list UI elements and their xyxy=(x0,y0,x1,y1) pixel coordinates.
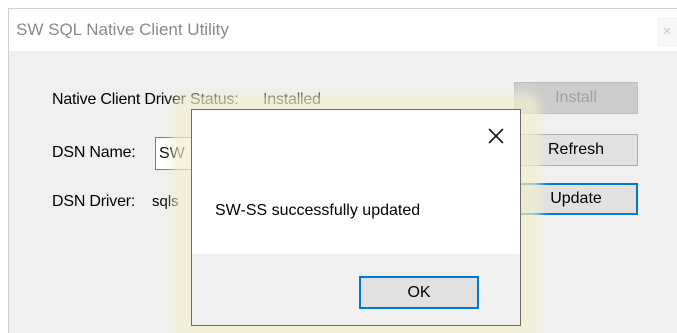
refresh-button[interactable]: Refresh xyxy=(514,134,638,166)
dsn-name-label: DSN Name: xyxy=(52,144,136,161)
ok-button[interactable]: OK xyxy=(359,276,479,309)
update-button[interactable]: Update xyxy=(514,183,638,215)
dialog-message: SW-SS successfully updated xyxy=(215,202,421,219)
title-bar: SW SQL Native Client Utility ✕ xyxy=(9,9,677,51)
dialog-content-area: SW-SS successfully updated xyxy=(192,110,520,254)
dsn-driver-label: DSN Driver: xyxy=(52,193,136,210)
dialog-close-icon[interactable] xyxy=(484,124,508,148)
dsn-driver-value: sqls xyxy=(152,193,179,210)
message-dialog: SW-SS successfully updated OK xyxy=(191,109,521,326)
window-title: SW SQL Native Client Utility xyxy=(16,20,229,39)
main-window: SW SQL Native Client Utility ✕ Native Cl… xyxy=(8,8,677,333)
install-button[interactable]: Install xyxy=(514,82,638,114)
window-close-icon[interactable]: ✕ xyxy=(657,17,677,47)
